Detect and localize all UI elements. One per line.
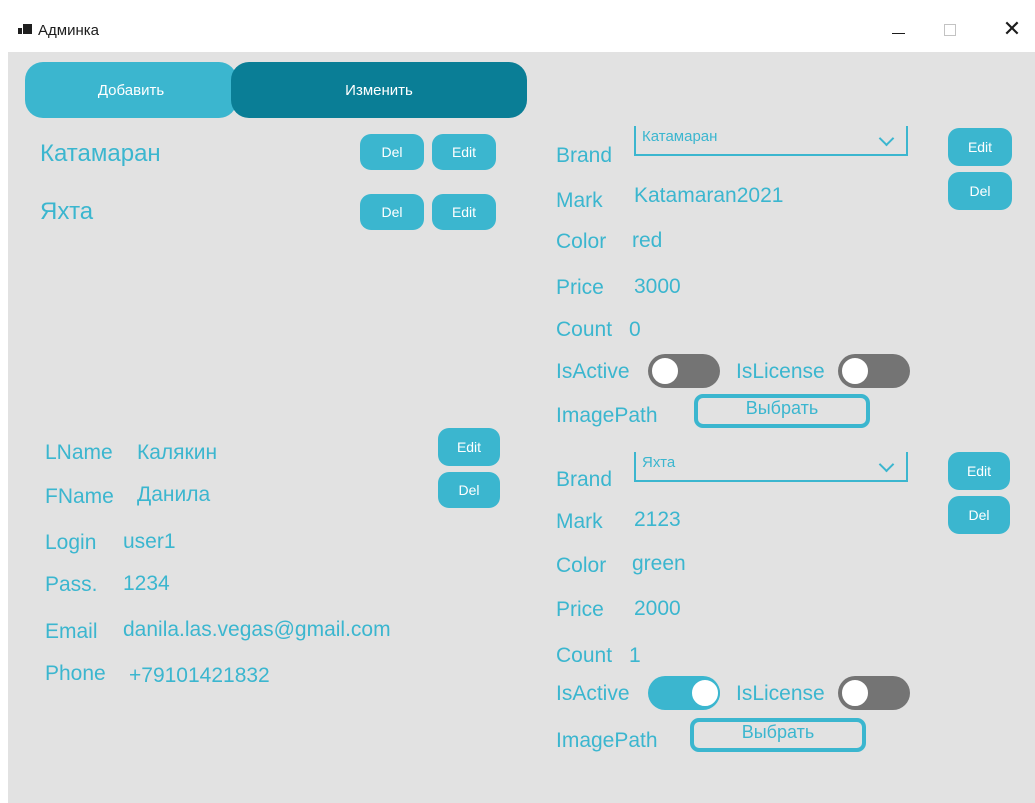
color-value: red [632,229,663,252]
isactive-label: IsActive [556,682,630,705]
lname-label: LName [45,441,113,464]
brand-select-value: Катамаран [642,128,718,145]
mark-label: Mark [556,189,603,212]
product-edit-button[interactable]: Edit [948,128,1012,166]
color-label: Color [556,554,607,577]
toggle-knob [650,356,680,386]
brand-label: Brand [556,468,613,491]
item-edit-button[interactable]: Edit [432,134,496,170]
choose-image-button[interactable]: Выбрать [690,718,866,752]
fname-value: Данила [137,483,211,506]
admin-window: Админка ✕ Добавить Изменить Катамаран De… [8,0,1035,803]
imagepath-label: ImagePath [556,729,658,752]
pass-label: Pass. [45,573,98,596]
maximize-button[interactable] [928,14,972,46]
count-label: Count [556,318,613,341]
color-label: Color [556,230,607,253]
brand-select-value: Яхта [642,454,676,471]
login-label: Login [45,531,97,554]
close-icon: ✕ [1002,17,1022,42]
imagepath-label: ImagePath [556,404,658,427]
item-name: Яхта [40,198,94,225]
mark-value: 2123 [634,508,681,531]
item-delete-button[interactable]: Del [360,134,424,170]
toggle-knob [840,678,870,708]
mark-value: Katamaran2021 [634,184,784,207]
fname-label: FName [45,485,114,508]
mark-label: Mark [556,510,603,533]
phone-label: Phone [45,662,106,685]
phone-value: +79101421832 [129,664,270,687]
lname-value: Калякин [137,441,218,464]
user-delete-button[interactable]: Del [438,472,500,508]
tab-edit[interactable]: Изменить [231,62,527,118]
toggle-knob [840,356,870,386]
maximize-icon [944,24,956,36]
product-delete-button[interactable]: Del [948,172,1012,210]
price-label: Price [556,276,604,299]
user-edit-button[interactable]: Edit [438,428,500,466]
islicense-toggle[interactable] [838,354,910,388]
chevron-down-icon [878,456,895,473]
item-name: Катамаран [40,140,161,167]
count-label: Count [556,644,613,667]
price-value: 3000 [634,275,681,298]
app-icon [18,24,32,36]
isactive-toggle[interactable] [648,676,720,710]
isactive-label: IsActive [556,360,630,383]
count-value: 0 [629,318,641,341]
item-delete-button[interactable]: Del [360,194,424,230]
window-title: Админка [38,22,99,39]
minimize-button[interactable] [876,14,920,46]
title-bar: Админка ✕ [8,0,1035,52]
isactive-toggle[interactable] [648,354,720,388]
brand-select[interactable]: Катамаран [634,126,908,156]
islicense-label: IsLicense [736,360,825,383]
islicense-toggle[interactable] [838,676,910,710]
email-label: Email [45,620,98,643]
color-value: green [632,552,686,575]
brand-label: Brand [556,144,613,167]
email-value: danila.las.vegas@gmail.com [123,618,391,641]
item-edit-button[interactable]: Edit [432,194,496,230]
price-value: 2000 [634,597,681,620]
product-delete-button[interactable]: Del [948,496,1010,534]
count-value: 1 [629,644,641,667]
product-edit-button[interactable]: Edit [948,452,1010,490]
toggle-knob [690,678,720,708]
brand-select[interactable]: Яхта [634,452,908,482]
pass-value: 1234 [123,572,170,595]
tab-add[interactable]: Добавить [25,62,237,118]
islicense-label: IsLicense [736,682,825,705]
chevron-down-icon [878,130,895,147]
login-value: user1 [123,530,176,553]
close-button[interactable]: ✕ [990,14,1034,46]
price-label: Price [556,598,604,621]
choose-image-button[interactable]: Выбрать [694,394,870,428]
minimize-icon [891,32,905,34]
